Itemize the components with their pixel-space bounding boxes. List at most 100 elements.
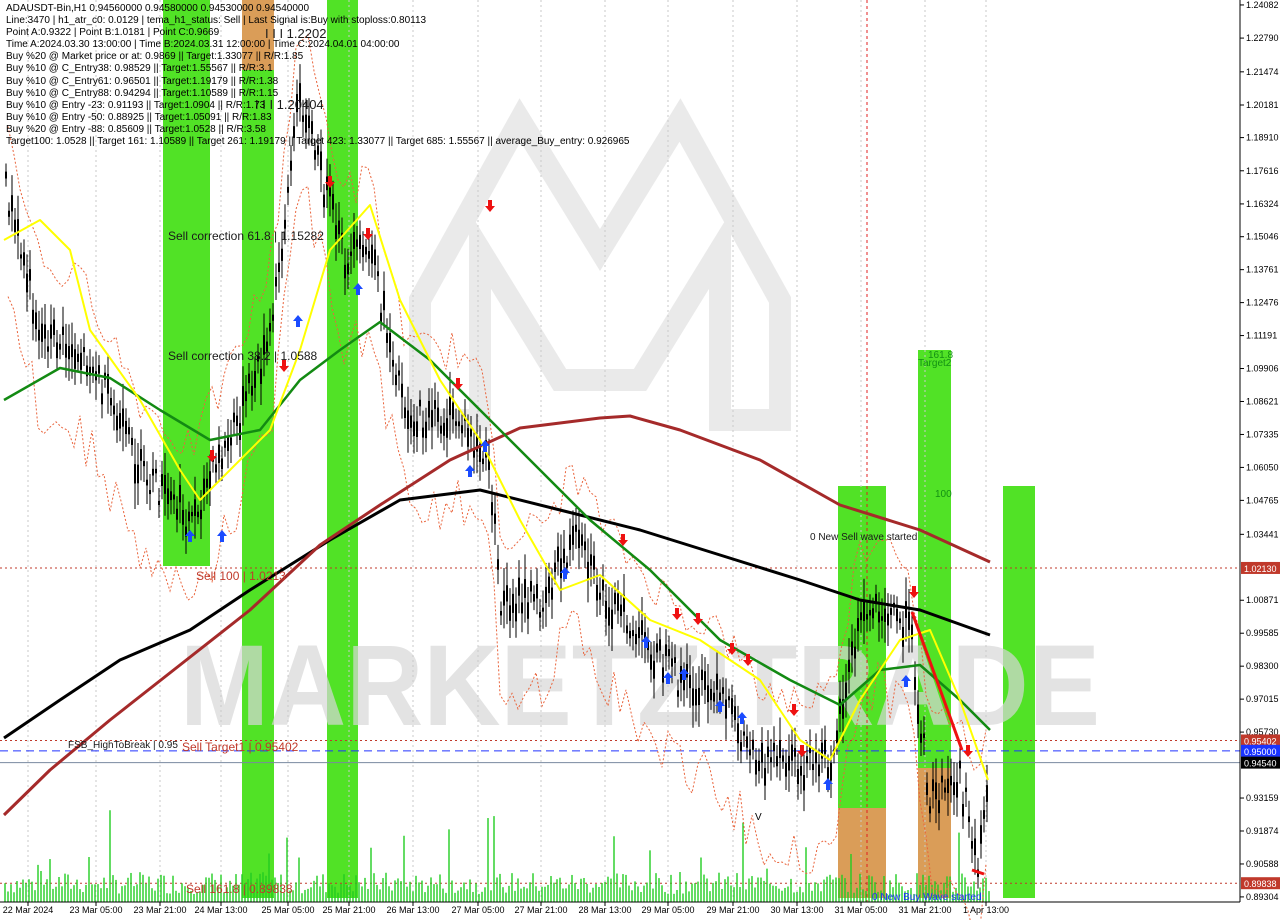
candle-body	[767, 746, 769, 758]
candle-body	[746, 736, 748, 748]
candle-body	[128, 427, 130, 435]
candle-body	[281, 248, 283, 261]
candle-body	[482, 458, 484, 465]
candle-body	[155, 468, 157, 474]
candle-body	[74, 349, 76, 369]
candle-body	[914, 677, 916, 690]
candle-body	[584, 541, 586, 551]
candle-body	[695, 689, 697, 706]
candle-body	[947, 778, 949, 794]
info-line: Buy %10 @ Entry -50: 0.88925 || Target:1…	[6, 111, 272, 123]
info-line: Buy %20 @ Market price or at: 0.9869 || …	[6, 51, 304, 63]
time-tick-label: 31 Mar 21:00	[898, 905, 951, 915]
candle-body	[497, 559, 499, 570]
price-tick-label: 1.17616	[1246, 166, 1279, 176]
chart-annotation: V	[755, 812, 762, 823]
candle-body	[737, 723, 739, 744]
candle-body	[872, 608, 874, 619]
candle-body	[77, 353, 79, 362]
price-tick-label: 1.12476	[1246, 298, 1279, 308]
candle-body	[536, 584, 538, 599]
time-tick-label: 1 Apr 13:00	[963, 905, 1009, 915]
candle-body	[161, 474, 163, 487]
candle-body	[827, 767, 829, 780]
candle-body	[242, 386, 244, 406]
candle-body	[701, 669, 703, 681]
candle-body	[620, 604, 622, 617]
time-tick-label: 29 Mar 21:00	[706, 905, 759, 915]
candle-body	[359, 234, 361, 250]
candle-body	[881, 616, 883, 621]
candle-body	[782, 755, 784, 762]
candle-body	[713, 692, 715, 702]
candle-body	[71, 344, 73, 358]
sell-arrow-icon	[453, 378, 463, 390]
candle-body	[629, 630, 631, 639]
candle-body	[920, 733, 922, 743]
candle-body	[197, 511, 199, 518]
candle-body	[56, 342, 58, 359]
candle-body	[902, 626, 904, 647]
chart-annotation: Sell correction 61.8 | 1.15282	[168, 229, 324, 243]
candle-body	[278, 262, 280, 273]
candle-body	[758, 760, 760, 772]
candle-body	[539, 612, 541, 618]
candle-body	[605, 600, 607, 619]
candle-body	[377, 271, 379, 277]
candle-body	[797, 769, 799, 785]
time-tick-label: 23 Mar 21:00	[133, 905, 186, 915]
candle-body	[386, 333, 388, 343]
candle-body	[380, 312, 382, 323]
candle-body	[899, 618, 901, 624]
candle-body	[356, 239, 358, 247]
info-panel: ADAUSDT-Bin,H1 0.94560000 0.94580000 0.9…	[6, 3, 630, 148]
candle-body	[560, 558, 562, 579]
time-tick-label: 28 Mar 13:00	[578, 905, 631, 915]
candle-body	[26, 273, 28, 293]
candle-body	[944, 787, 946, 793]
info-line: Buy %10 @ C_Entry38: 0.98529 || Target:1…	[6, 63, 273, 75]
price-tick-label: 1.22790	[1246, 33, 1279, 43]
candle-body	[884, 608, 886, 622]
candle-body	[227, 436, 229, 451]
info-line: Buy %10 @ C_Entry88: 0.94294 || Target:1…	[6, 87, 279, 99]
candle-body	[62, 326, 64, 335]
candle-body	[722, 687, 724, 694]
candle-body	[686, 663, 688, 678]
candle-body	[170, 491, 172, 501]
price-tick-label: 1.08621	[1246, 396, 1279, 406]
candle-body	[587, 561, 589, 580]
candle-body	[68, 346, 70, 360]
candle-body	[545, 586, 547, 603]
candle-body	[590, 554, 592, 566]
candle-body	[896, 608, 898, 622]
candle-body	[455, 421, 457, 426]
price-tick-label: 1.06050	[1246, 462, 1279, 472]
sell-arrow-icon	[909, 586, 919, 598]
candle-body	[236, 415, 238, 426]
candle-body	[230, 437, 232, 446]
candle-body	[953, 782, 955, 796]
candle-body	[368, 251, 370, 259]
candle-body	[530, 581, 532, 592]
price-badge-label: 0.95000	[1244, 747, 1277, 757]
symbol-line: ADAUSDT-Bin,H1 0.94560000 0.94580000 0.9…	[6, 3, 310, 14]
price-badge-label: 0.89838	[1244, 879, 1277, 889]
candle-body	[347, 263, 349, 275]
candle-body	[734, 706, 736, 721]
candle-body	[755, 759, 757, 775]
candle-body	[314, 150, 316, 160]
time-tick-label: 22 Mar 2024	[3, 905, 54, 915]
candle-body	[509, 605, 511, 621]
candle-body	[617, 593, 619, 611]
info-line: Buy %10 @ C_Entry61: 0.96501 || Target:1…	[6, 75, 279, 87]
candle-body	[65, 343, 67, 358]
candle-body	[806, 756, 808, 764]
candle-body	[182, 509, 184, 525]
candle-body	[824, 739, 826, 754]
candle-body	[719, 692, 721, 701]
candle-body	[818, 764, 820, 777]
chart-annotation: 0 New Sell wave started	[810, 532, 917, 543]
candle-body	[98, 365, 100, 374]
candle-body	[413, 421, 415, 436]
